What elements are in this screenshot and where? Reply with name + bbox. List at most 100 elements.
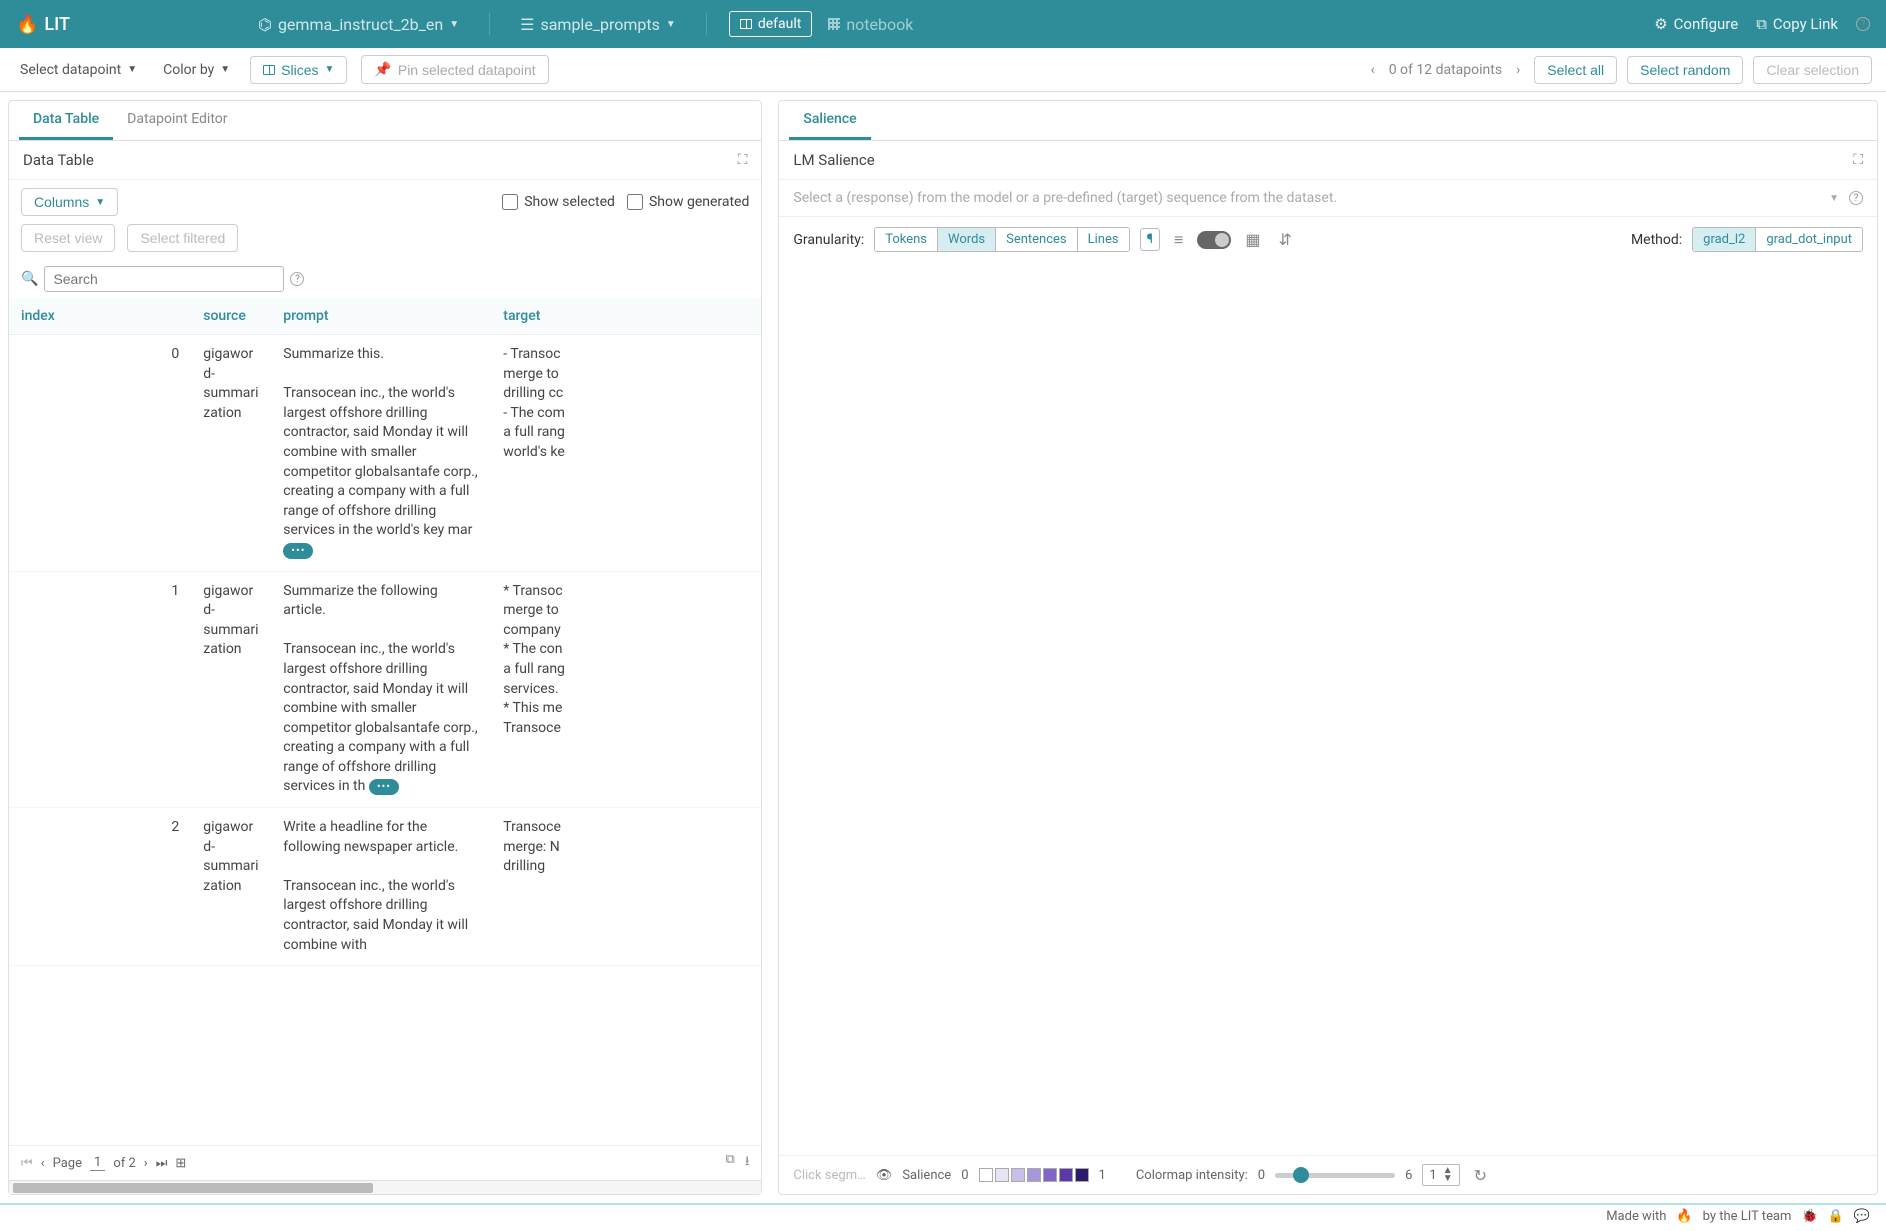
more-pill[interactable]: ••• — [369, 779, 399, 795]
search-input[interactable] — [44, 266, 284, 292]
pin-icon: 📌 — [374, 61, 391, 78]
prev-datapoint-button[interactable]: ‹ — [1366, 62, 1378, 78]
tab-datapoint-editor[interactable]: Datapoint Editor — [113, 101, 241, 140]
help-icon[interactable]: ? — [1856, 17, 1870, 31]
table-row[interactable]: 0gigaword-summarizationSummarize this. T… — [9, 335, 761, 572]
next-datapoint-button[interactable]: › — [1512, 62, 1524, 78]
caret-down-icon: ▼ — [95, 197, 105, 208]
pilcrow-button[interactable]: ¶ — [1140, 228, 1160, 251]
search-row: 🔍 ? — [9, 260, 761, 298]
show-selected-input[interactable] — [502, 194, 518, 210]
page-prev-button[interactable]: ‹ — [41, 1156, 45, 1171]
select-datapoint-dropdown[interactable]: Select datapoint ▼ — [14, 58, 143, 82]
reset-icon[interactable]: ↻ — [1470, 1166, 1491, 1185]
dataset-label: sample_prompts — [540, 15, 659, 34]
col-index[interactable]: index — [9, 298, 191, 335]
table-wrap[interactable]: indexsourceprompttarget 0gigaword-summar… — [9, 298, 761, 1145]
col-source[interactable]: source — [191, 298, 271, 335]
col-prompt[interactable]: prompt — [271, 298, 491, 335]
reset-view-button[interactable]: Reset view — [21, 224, 115, 252]
select-random-button[interactable]: Select random — [1627, 56, 1743, 84]
gran-words[interactable]: Words — [938, 228, 996, 251]
columns-button[interactable]: Columns ▼ — [21, 188, 118, 216]
flame-icon: 🔥 — [16, 14, 38, 35]
configure-button[interactable]: Configure — [1654, 15, 1738, 33]
scrollbar-thumb[interactable] — [13, 1183, 373, 1193]
show-selected-checkbox[interactable]: Show selected — [502, 194, 615, 210]
split-icon[interactable]: ⇵ — [1274, 230, 1295, 249]
page-next-button[interactable]: › — [144, 1156, 148, 1171]
tab-salience[interactable]: Salience — [789, 101, 870, 140]
copy-icon[interactable]: ⧉ — [726, 1152, 735, 1174]
eye-icon[interactable]: 👁 — [876, 1168, 893, 1183]
method-grad_l2[interactable]: grad_l2 — [1693, 228, 1756, 251]
select-all-button[interactable]: Select all — [1534, 56, 1617, 84]
color-by-dropdown[interactable]: Color by ▼ — [157, 58, 236, 82]
slices-label: Slices — [281, 62, 318, 78]
gran-lines[interactable]: Lines — [1078, 228, 1129, 251]
caret-down-icon: ▼ — [220, 64, 230, 75]
horizontal-scrollbar[interactable] — [9, 1180, 761, 1194]
col-target[interactable]: target — [491, 298, 761, 335]
grid-view-icon[interactable]: ▦ — [1241, 230, 1264, 249]
clear-selection-button[interactable]: Clear selection — [1753, 56, 1872, 84]
swatch — [995, 1168, 1009, 1182]
expand-icon[interactable]: ⛶ — [1853, 152, 1863, 168]
caret-down-icon[interactable]: ▼ — [1829, 193, 1839, 204]
model-dropdown[interactable]: ⌬ gemma_instruct_2b_en ▼ — [250, 11, 467, 38]
layout-notebook-button[interactable]: notebook — [820, 11, 921, 38]
more-pill[interactable]: ••• — [283, 543, 313, 559]
slider-thumb[interactable] — [1293, 1167, 1309, 1183]
method-grad_dot_input[interactable]: grad_dot_input — [1756, 228, 1862, 251]
tab-data-table[interactable]: Data Table — [19, 101, 113, 140]
select-filtered-button[interactable]: Select filtered — [127, 224, 238, 252]
show-generated-label: Show generated — [649, 194, 749, 210]
right-panel-header: LM Salience ⛶ — [779, 141, 1877, 180]
cmap-spinner[interactable]: 1 ▲▼ — [1422, 1164, 1459, 1186]
slices-button[interactable]: Slices ▼ — [250, 56, 347, 84]
dark-mode-toggle[interactable] — [1197, 231, 1231, 249]
feedback-icon[interactable]: 💬 — [1854, 1209, 1870, 1224]
swatch — [1059, 1168, 1073, 1182]
cmap-slider[interactable] — [1275, 1173, 1395, 1178]
clear-label: Clear selection — [1766, 62, 1859, 78]
show-generated-input[interactable] — [627, 194, 643, 210]
gran-sentences[interactable]: Sentences — [996, 228, 1078, 251]
page-last-button[interactable]: ⏭ — [156, 1156, 168, 1171]
pin-datapoint-button[interactable]: 📌 Pin selected datapoint — [361, 55, 548, 84]
layout-notebook-label: notebook — [846, 15, 913, 34]
lock-icon[interactable]: 🔒 — [1828, 1209, 1844, 1224]
cmap-label: Colormap intensity: — [1136, 1168, 1248, 1183]
caret-down-icon: ▼ — [449, 19, 459, 30]
dataset-dropdown[interactable]: ☰ sample_prompts ▼ — [512, 11, 684, 38]
table-row[interactable]: 2gigaword-summarizationWrite a headline … — [9, 808, 761, 966]
show-generated-checkbox[interactable]: Show generated — [627, 194, 749, 210]
scale-min: 0 — [961, 1168, 968, 1183]
bug-icon[interactable]: 🐞 — [1801, 1209, 1817, 1224]
download-icon[interactable]: ⭳ — [745, 1152, 750, 1174]
salience-prompt: Select a (response) from the model or a … — [779, 180, 1877, 217]
left-tabs: Data Table Datapoint Editor — [9, 101, 761, 141]
help-icon[interactable]: ? — [1849, 191, 1863, 205]
select-filtered-label: Select filtered — [140, 230, 225, 246]
slices-icon — [263, 65, 275, 75]
density-icon[interactable]: ≡ — [1170, 230, 1187, 250]
datapoint-pager: 0 of 12 datapoints — [1389, 62, 1502, 78]
gran-tokens[interactable]: Tokens — [875, 228, 938, 251]
search-icon: 🔍 — [21, 271, 38, 287]
export-icon[interactable]: ⊞ — [175, 1156, 186, 1171]
layout-default-button[interactable]: default — [729, 11, 813, 37]
help-icon[interactable]: ? — [290, 272, 304, 286]
spinner-arrows-icon[interactable]: ▲▼ — [1443, 1167, 1453, 1183]
top-bar: 🔥 LIT ⌬ gemma_instruct_2b_en ▼ ☰ sample_… — [0, 0, 1886, 48]
table-row[interactable]: 1gigaword-summarizationSummarize the fol… — [9, 571, 761, 808]
click-segm-label: Click segm… — [793, 1168, 865, 1183]
expand-icon[interactable]: ⛶ — [738, 152, 748, 168]
salience-legend-label: Salience — [902, 1168, 951, 1183]
grid-icon — [828, 18, 840, 30]
copy-link-button[interactable]: ⧉ Copy Link — [1756, 15, 1838, 33]
page-first-button[interactable]: ⏮ — [21, 1156, 33, 1171]
select-random-label: Select random — [1640, 62, 1730, 78]
cmap-max: 6 — [1405, 1168, 1412, 1183]
cell-prompt: Summarize this. Transocean inc., the wor… — [271, 335, 491, 572]
